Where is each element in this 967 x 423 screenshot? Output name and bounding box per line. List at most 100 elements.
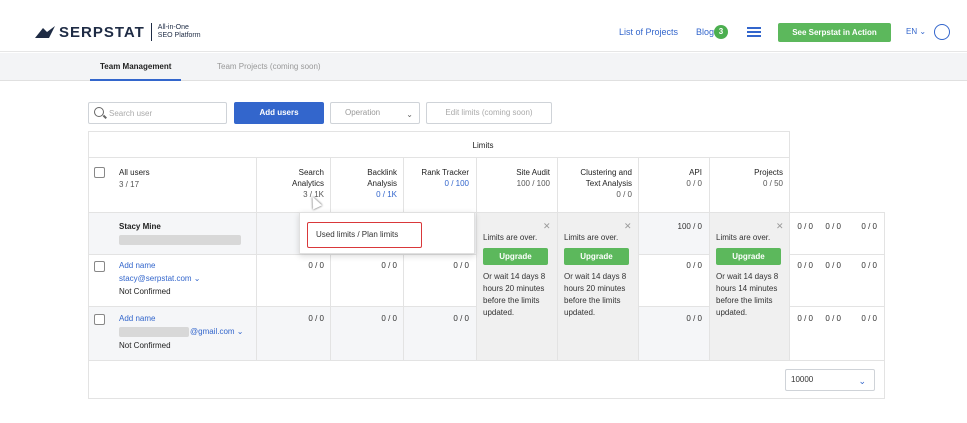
- row-checkbox[interactable]: [94, 261, 105, 272]
- rank-cell: 0 / 0: [453, 261, 469, 270]
- add-name-link[interactable]: Add name: [119, 313, 155, 324]
- limits-over-text: Limits are over.: [483, 233, 538, 242]
- wait-line: hours 20 minutes: [564, 284, 626, 293]
- close-icon[interactable]: ✕: [624, 221, 632, 232]
- upgrade-button[interactable]: Upgrade: [564, 248, 629, 265]
- tagline-line-2: SEO Platform: [157, 32, 201, 39]
- header-value: 0 / 0: [686, 179, 702, 188]
- user-email[interactable]: stacy@serpstat.com ⌄: [119, 273, 201, 284]
- add-name-link[interactable]: Add name: [119, 260, 155, 271]
- wait-line: before the limits: [483, 296, 540, 305]
- limits-over-text: Limits are over.: [716, 233, 771, 242]
- divider: [88, 157, 790, 158]
- page-size-select[interactable]: 10000 ⌄: [785, 369, 875, 391]
- logo-mark-icon: [35, 26, 55, 38]
- header-line: Search: [298, 168, 324, 177]
- all-users-count: 3 / 17: [119, 180, 140, 189]
- header-line: Clustering and: [580, 168, 632, 177]
- tooltip-text: Used limits / Plan limits: [307, 222, 422, 248]
- tab-team-management[interactable]: Team Management: [89, 62, 182, 81]
- user-status: Not Confirmed: [119, 341, 171, 350]
- header-value: 100 / 100: [516, 179, 550, 188]
- header-line: Analytics: [291, 179, 324, 188]
- header-line: API: [689, 168, 702, 177]
- menu-icon[interactable]: [747, 27, 761, 37]
- limits-over-text: Limits are over.: [564, 233, 619, 242]
- header-line: Text Analysis: [585, 179, 632, 188]
- header-line: Backlink: [367, 168, 397, 177]
- user-email[interactable]: @gmail.com ⌄: [190, 326, 244, 337]
- wait-line: Or wait 14 days 8: [564, 272, 627, 281]
- wait-line: updated.: [483, 308, 515, 317]
- limits-title: Limits: [472, 141, 494, 150]
- chevron-down-icon: ⌄: [858, 376, 866, 386]
- blog-count-badge: 3: [714, 25, 728, 39]
- limit-cell: 0 / 0: [797, 222, 813, 231]
- wait-line: before the limits: [716, 296, 773, 305]
- select-all-checkbox[interactable]: [94, 167, 105, 178]
- wait-line: hours 20 minutes: [483, 284, 545, 293]
- see-serpstat-in-action-button[interactable]: See Serpstat in Action: [778, 23, 891, 42]
- serpstat-logo[interactable]: SERPSTAT All-in-One SEO Platform: [35, 23, 201, 41]
- wait-line: hours 14 minutes: [716, 284, 778, 293]
- table-footer: [88, 361, 885, 399]
- wait-line: updated.: [716, 308, 748, 317]
- header-value: 0 / 50: [762, 179, 783, 188]
- user-status: Not Confirmed: [119, 287, 171, 296]
- operation-select[interactable]: Operation ⌄: [330, 102, 420, 124]
- search-box[interactable]: [88, 102, 227, 124]
- page-size-value: 10000: [791, 375, 814, 384]
- limit-cell: 0 / 0: [825, 314, 841, 323]
- header-line: Analysis: [367, 179, 397, 188]
- backlink-cell: 0 / 0: [381, 261, 397, 270]
- search-input[interactable]: [109, 106, 219, 120]
- wait-line: Or wait 14 days 8: [716, 272, 779, 281]
- upgrade-button[interactable]: Upgrade: [483, 248, 548, 265]
- list-of-projects-link[interactable]: List of Projects: [619, 27, 678, 37]
- close-icon[interactable]: ✕: [776, 221, 784, 232]
- logo-divider: [150, 23, 152, 41]
- header-line: Rank Tracker: [421, 168, 469, 177]
- row-checkbox[interactable]: [94, 314, 105, 325]
- brand-name: SERPSTAT: [59, 23, 145, 41]
- search-cell: 0 / 0: [308, 314, 324, 323]
- header-value: 0 / 100: [444, 179, 469, 188]
- limit-cell: 0 / 0: [861, 261, 877, 270]
- backlink-cell: 0 / 0: [381, 314, 397, 323]
- wait-line: before the limits: [564, 296, 621, 305]
- column-header-projects: Projects 0 / 50: [709, 167, 783, 189]
- header-value: 0 / 0: [616, 190, 632, 199]
- wait-message: Or wait 14 days 8 hours 14 minutes befor…: [716, 271, 778, 319]
- tabs-bar: Team Management Team Projects (coming so…: [0, 53, 967, 81]
- wait-message: Or wait 14 days 8 hours 20 minutes befor…: [483, 271, 545, 319]
- header-line: Site Audit: [516, 168, 550, 177]
- wait-message: Or wait 14 days 8 hours 20 minutes befor…: [564, 271, 626, 319]
- limit-cell: 0 / 0: [797, 261, 813, 270]
- tab-team-projects[interactable]: Team Projects (coming soon): [217, 62, 321, 71]
- add-users-button[interactable]: Add users: [234, 102, 324, 124]
- tagline-line-1: All-in-One: [157, 24, 189, 31]
- header-value: 0 / 1K: [376, 190, 397, 199]
- brand-tagline: All-in-One SEO Platform: [158, 24, 201, 40]
- api-cell: 0 / 0: [686, 314, 702, 323]
- limit-cell: 0 / 0: [861, 314, 877, 323]
- search-icon: [94, 107, 104, 117]
- column-header-clustering: Clustering and Text Analysis 0 / 0: [557, 167, 632, 200]
- user-avatar-icon[interactable]: [934, 24, 950, 40]
- limit-cell: 0 / 0: [797, 314, 813, 323]
- divider: [789, 212, 790, 360]
- upgrade-button[interactable]: Upgrade: [716, 248, 781, 265]
- blog-link[interactable]: Blog: [696, 27, 714, 37]
- limit-cell: 0 / 0: [825, 261, 841, 270]
- language-selector[interactable]: EN ⌄: [906, 27, 926, 36]
- column-header-api: API 0 / 0: [638, 167, 702, 189]
- chevron-down-icon: ⌄: [406, 110, 413, 119]
- wait-line: updated.: [564, 308, 596, 317]
- redacted-email: [119, 235, 241, 245]
- rank-cell: 0 / 0: [453, 314, 469, 323]
- api-cell: 100 / 0: [677, 222, 702, 231]
- edit-limits-button[interactable]: Edit limits (coming soon): [426, 102, 552, 124]
- close-icon[interactable]: ✕: [543, 221, 551, 232]
- user-name: Stacy Mine: [119, 222, 161, 231]
- column-header-rank-tracker: Rank Tracker 0 / 100: [403, 167, 469, 189]
